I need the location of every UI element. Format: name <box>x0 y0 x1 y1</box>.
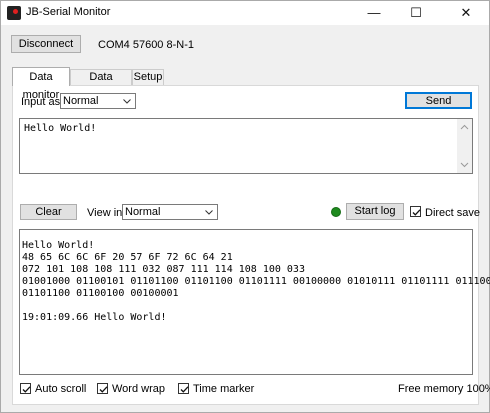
app-window: JB-Serial Monitor — ☐ ✕ Disconnect COM4 … <box>0 0 490 413</box>
time-marker-checkbox[interactable] <box>178 383 189 394</box>
view-in-label: View in <box>87 207 123 219</box>
direct-save-label: Direct save <box>425 207 481 219</box>
input-text-value: Hello World! <box>24 123 97 134</box>
log-line: 19:01:09.66 Hello World! <box>22 312 167 323</box>
log-line: 48 65 6C 6C 6F 20 57 6F 72 6C 64 21 <box>22 252 233 263</box>
input-mode-value: Normal <box>63 95 99 107</box>
tab-data-monitor[interactable]: Data monitor <box>12 67 70 101</box>
start-log-button[interactable]: Start log <box>346 203 404 220</box>
auto-scroll-label: Auto scroll <box>35 383 87 395</box>
status-led-icon <box>331 207 341 217</box>
word-wrap-label: Word wrap <box>112 383 165 395</box>
log-line: 01101100 01100100 00100001 <box>22 288 179 299</box>
log-lines: Hello World! 48 65 6C 6C 6F 20 57 6F 72 … <box>22 240 490 324</box>
log-line: Hello World! <box>22 240 95 251</box>
tab-data-handling[interactable]: Data handling <box>70 69 132 98</box>
checkmark-icon <box>99 386 108 393</box>
input-mode-select[interactable]: Normal <box>60 93 136 109</box>
auto-scroll-checkbox[interactable] <box>20 383 31 394</box>
send-button[interactable]: Send <box>405 92 472 109</box>
checkmark-icon <box>412 209 421 216</box>
chevron-down-icon <box>123 99 131 104</box>
direct-save-checkbox[interactable] <box>410 206 421 217</box>
log-line: 01001000 01100101 01101100 01101100 0110… <box>22 276 490 287</box>
checkmark-icon <box>180 386 189 393</box>
app-logo-icon <box>7 6 21 20</box>
view-mode-select[interactable]: Normal <box>122 204 218 220</box>
close-button[interactable]: ✕ <box>445 1 487 25</box>
tab-setup[interactable]: Setup <box>132 69 164 86</box>
disconnect-button[interactable]: Disconnect <box>11 35 81 53</box>
scroll-up-icon[interactable] <box>460 123 469 132</box>
minimize-button[interactable]: — <box>353 1 395 25</box>
scroll-down-icon[interactable] <box>460 160 469 169</box>
output-log-area[interactable]: Hello World! 48 65 6C 6C 6F 20 57 6F 72 … <box>19 229 490 375</box>
input-text-area[interactable]: Hello World! <box>19 118 473 174</box>
word-wrap-checkbox[interactable] <box>97 383 108 394</box>
title-bar: JB-Serial Monitor — ☐ ✕ <box>1 1 489 25</box>
window-title: JB-Serial Monitor <box>26 6 111 18</box>
free-memory-status: Free memory 100% <box>398 383 490 395</box>
maximize-button[interactable]: ☐ <box>395 1 437 25</box>
port-status: COM4 57600 8-N-1 <box>98 39 194 51</box>
view-mode-value: Normal <box>125 206 161 218</box>
time-marker-label: Time marker <box>193 383 255 395</box>
clear-button[interactable]: Clear <box>20 204 77 220</box>
chevron-down-icon <box>205 210 213 215</box>
checkmark-icon <box>22 386 31 393</box>
log-line: 072 101 108 108 111 032 087 111 114 108 … <box>22 264 305 275</box>
input-scrollbar[interactable] <box>457 119 472 173</box>
